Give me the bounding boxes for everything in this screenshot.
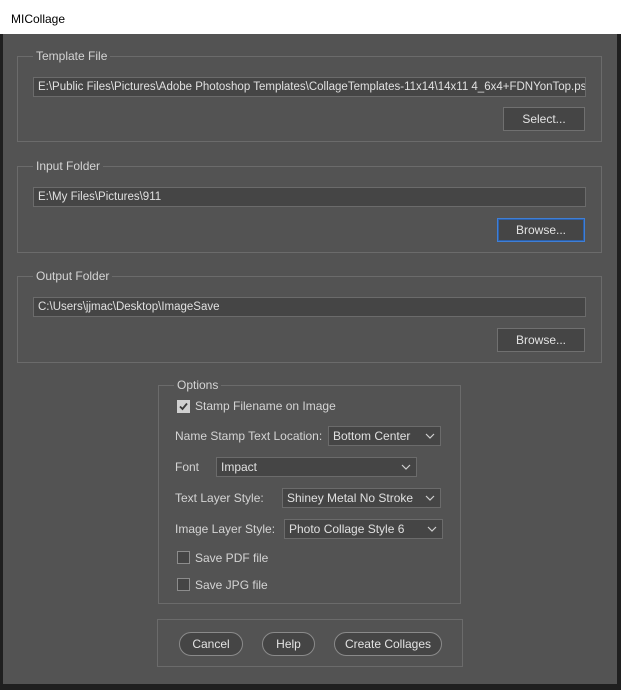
title-bar: MICollage: [0, 0, 621, 34]
output-folder-path-field[interactable]: C:\Users\jjmac\Desktop\ImageSave: [33, 297, 586, 317]
font-select[interactable]: Impact: [216, 457, 417, 477]
text-layer-style-label: Text Layer Style:: [175, 491, 264, 505]
options-legend: Options: [174, 378, 222, 393]
save-pdf-label: Save PDF file: [195, 551, 269, 565]
chevron-down-icon: [401, 464, 411, 470]
checkmark-icon: [179, 402, 188, 411]
input-folder-path-field[interactable]: E:\My Files\Pictures\911: [33, 187, 586, 207]
input-folder-legend: Input Folder: [33, 159, 104, 174]
template-file-path-field[interactable]: E:\Public Files\Pictures\Adobe Photoshop…: [33, 77, 586, 97]
output-folder-group: Output Folder C:\Users\jjmac\Desktop\Ima…: [17, 269, 602, 363]
save-jpg-label: Save JPG file: [195, 578, 268, 592]
save-pdf-checkbox[interactable]: [177, 551, 190, 564]
image-layer-style-label: Image Layer Style:: [175, 522, 276, 536]
name-stamp-location-select[interactable]: Bottom Center: [328, 426, 441, 446]
image-layer-style-value: Photo Collage Style 6: [289, 522, 405, 536]
template-file-group: Template File E:\Public Files\Pictures\A…: [17, 49, 602, 142]
browse-output-button[interactable]: Browse...: [497, 328, 585, 352]
options-group: Options Stamp Filename on Image Name Sta…: [158, 378, 461, 604]
stamp-filename-checkbox[interactable]: [177, 400, 190, 413]
help-button[interactable]: Help: [262, 632, 315, 656]
font-value: Impact: [221, 460, 258, 474]
dialog-body: Template File E:\Public Files\Pictures\A…: [3, 34, 617, 684]
image-layer-style-select[interactable]: Photo Collage Style 6: [284, 519, 443, 539]
font-label: Font: [175, 460, 200, 474]
name-stamp-location-label: Name Stamp Text Location:: [175, 429, 323, 443]
output-folder-legend: Output Folder: [33, 269, 113, 284]
chevron-down-icon: [425, 433, 435, 439]
browse-input-button[interactable]: Browse...: [497, 218, 585, 242]
save-jpg-checkbox[interactable]: [177, 578, 190, 591]
cancel-button[interactable]: Cancel: [179, 632, 243, 656]
text-layer-style-value: Shiney Metal No Stroke: [287, 491, 414, 505]
stamp-filename-label: Stamp Filename on Image: [195, 399, 336, 413]
text-layer-style-select[interactable]: Shiney Metal No Stroke: [282, 488, 441, 508]
name-stamp-location-value: Bottom Center: [333, 429, 411, 443]
actions-group: Cancel Help Create Collages: [157, 619, 463, 667]
create-collages-button[interactable]: Create Collages: [334, 632, 442, 656]
chevron-down-icon: [425, 495, 435, 501]
window-title: MICollage: [11, 12, 66, 26]
select-template-button[interactable]: Select...: [503, 107, 585, 131]
input-folder-group: Input Folder E:\My Files\Pictures\911 Br…: [17, 159, 602, 253]
chevron-down-icon: [427, 526, 437, 532]
template-file-legend: Template File: [33, 49, 111, 64]
